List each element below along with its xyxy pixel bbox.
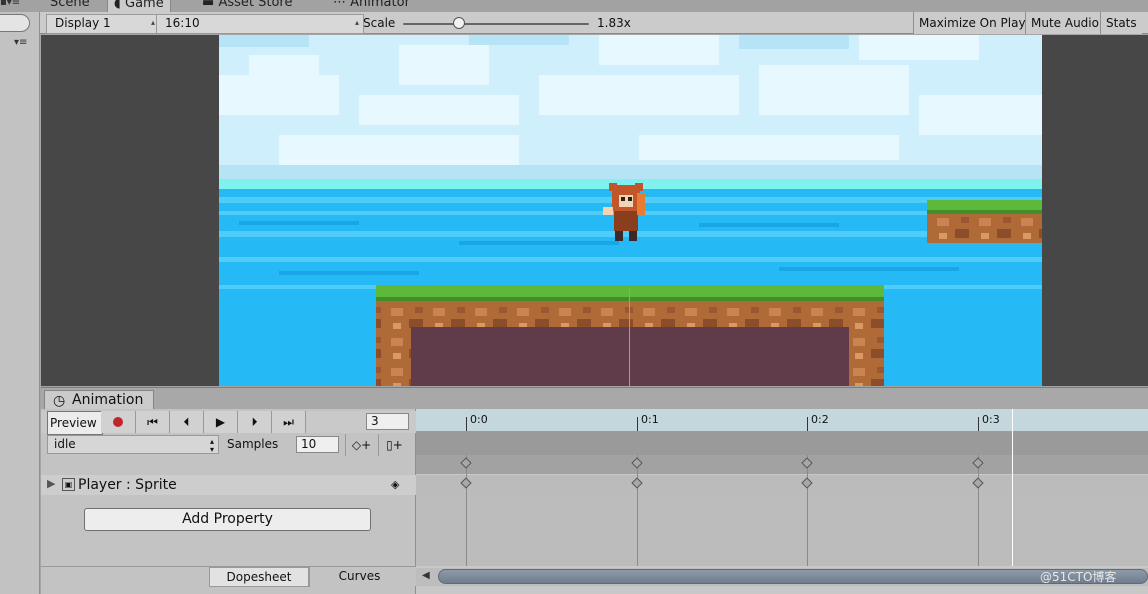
pacman-icon: ◖ [114,0,121,11]
scene-guide-line [629,289,630,386]
timeline-frame-line [807,455,808,566]
sprite-renderer-icon: ▣ [62,478,75,491]
clip-dropdown[interactable]: idle ▴ ▾ [47,435,219,454]
next-keyframe-button[interactable]: ⏵ [238,411,272,433]
playhead-line[interactable] [1012,409,1013,566]
game-view[interactable] [219,35,1042,386]
add-event-icon: ▯+ [386,438,403,452]
play-icon: ▶ [215,415,226,429]
dopesheet-tab[interactable]: Dopesheet [209,567,309,587]
search-pill[interactable] [0,14,30,32]
previous-keyframe-button[interactable]: ⏴ [170,411,204,433]
scale-slider-track[interactable] [403,23,589,25]
skip-to-end-icon: ⏭ [283,415,294,429]
animator-icon: ⋯ [333,0,346,10]
tab-animator[interactable]: ⋯ Animator [327,0,416,12]
keyframe-diamond-icon[interactable]: ◈ [391,478,399,491]
tab-asset-store-label: Asset Store [218,0,293,10]
add-keyframe-button[interactable]: ◇+ [345,434,377,456]
maximize-on-play-label: Maximize On Play [919,16,1026,30]
timeline-tick-mark [637,417,638,431]
samples-field[interactable]: 10 [296,436,339,453]
timeline-tick-mark [466,417,467,431]
game-toolbar: Display 1 ▴▾ 16:10 ▴▾ Scale 1.83x Maximi… [40,12,1148,43]
aspect-dropdown-value: 16:10 [165,16,200,30]
tab-scene-label: Scene [50,0,90,10]
add-keyframe-icon: ◇+ [351,438,372,452]
preview-button[interactable]: Preview [47,411,103,435]
property-row[interactable]: ▶ ▣ Player : Sprite ◈ [41,475,416,495]
last-keyframe-button[interactable]: ⏭ [272,411,306,433]
frame-field[interactable]: 3 [366,413,409,430]
maximize-on-play-button[interactable]: Maximize On Play [913,12,1031,34]
sprite-keyframe-row [416,475,1148,494]
tab-scene[interactable]: Scene [44,0,96,12]
samples-value: 10 [301,437,317,451]
stats-button[interactable]: Stats [1100,12,1142,34]
left-side-panel [0,12,40,594]
scale-slider-thumb[interactable] [452,17,465,29]
scale-label: Scale [363,16,396,30]
clip-value: idle [54,437,76,451]
samples-label: Samples [227,437,279,451]
timeline-tick-mark [978,417,979,431]
tab-game-label: Game [125,0,164,11]
stats-label: Stats [1106,16,1137,30]
frame-value: 3 [371,414,379,428]
aspect-dropdown[interactable]: 16:10 ▴▾ [156,14,364,43]
animation-tab-bar [41,387,1148,409]
summary-keyframe-row [416,455,1148,474]
tab-animation[interactable]: ◷ Animation [44,390,154,410]
game-scene [219,35,1042,386]
property-label: Player : Sprite [78,477,177,493]
timeline-tick-mark [807,417,808,431]
tab-animation-label: Animation [72,392,144,408]
window-tab-strip: ▪▾≡ Scene ◖ Game ▬ Asset Store ⋯ Animato… [0,0,1148,12]
timeline-tick-label: 0:0 [470,413,488,426]
updown-arrows-icon: ▴▾ [209,437,214,454]
panel-menu-icon[interactable]: ▪▾≡ [0,0,20,8]
display-dropdown-value: Display 1 [55,16,111,30]
panel-options-icon[interactable]: ▾≡ [14,37,36,51]
preview-label: Preview [50,416,97,430]
mute-audio-label: Mute Audio [1031,16,1099,30]
expand-triangle-icon[interactable]: ▶ [47,477,55,490]
tab-game[interactable]: ◖ Game [107,0,171,12]
add-property-label: Add Property [182,511,273,527]
record-icon [113,417,123,427]
curves-label: Curves [338,569,381,583]
tab-asset-store[interactable]: ▬ Asset Store [196,0,298,12]
step-forward-icon: ⏵ [251,415,258,429]
first-keyframe-button[interactable]: ⏮ [136,411,170,433]
record-button[interactable] [101,411,136,433]
add-event-button[interactable]: ▯+ [378,434,410,456]
store-icon: ▬ [202,0,215,10]
timeline-frame-line [637,455,638,566]
step-back-icon: ⏴ [183,415,190,429]
floating-platform [927,200,1042,243]
scroll-left-arrow-icon[interactable]: ◀ [422,570,430,581]
timeline-empty-area [416,494,1148,566]
mute-audio-button[interactable]: Mute Audio [1025,12,1104,34]
skip-to-start-icon: ⏮ [147,415,158,429]
play-button[interactable]: ▶ [204,411,238,433]
timeline-summary-band [416,431,1148,455]
timeline-tick-label: 0:1 [641,413,659,426]
timeline-ruler[interactable] [416,409,1148,431]
dopesheet-label: Dopesheet [226,570,292,584]
add-property-button[interactable]: Add Property [84,508,371,531]
view-mode-bar: Dopesheet Curves [41,566,416,587]
curves-tab[interactable]: Curves [309,567,409,587]
timeline-frame-line [978,455,979,566]
clip-row: idle ▴ ▾ Samples 10 ◇+ ▯+ [41,433,416,457]
scale-value: 1.83x [597,16,631,30]
timeline-frame-line [466,455,467,566]
timeline-tick-label: 0:3 [982,413,1000,426]
display-dropdown[interactable]: Display 1 ▴▾ [46,14,160,43]
timeline-tick-label: 0:2 [811,413,829,426]
tab-animator-label: Animator [350,0,410,10]
playback-controls: Preview ⏮ ⏴ ▶ ⏵ ⏭ 3 [41,411,416,435]
watermark-text: @51CTO博客 [1040,570,1117,584]
